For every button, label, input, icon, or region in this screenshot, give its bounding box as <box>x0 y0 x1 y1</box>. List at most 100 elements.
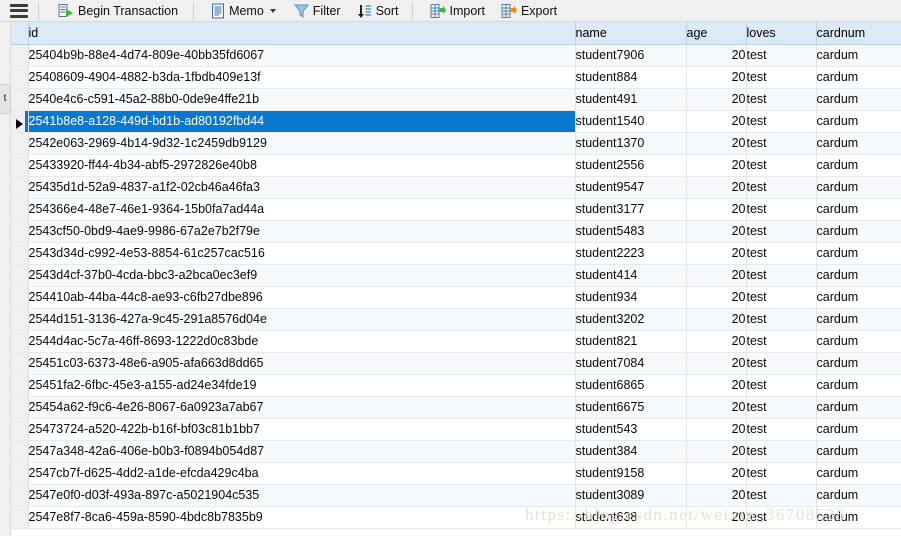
cell-name[interactable]: student1370 <box>575 132 687 155</box>
cell-loves[interactable]: test <box>746 110 817 133</box>
table-row[interactable]: 2547cb7f-d625-4dd2-a1de-efcda429c4ba stud… <box>11 462 901 485</box>
cell-id[interactable]: 2547a348-42a6-406e-b0b3-f0894b054d87 <box>28 440 576 463</box>
table-row[interactable]: 2541b8e8-a128-449d-bd1b-ad80192fbd44 stud… <box>11 110 901 133</box>
cell-id[interactable]: 2547cb7f-d625-4dd2-a1de-efcda429c4ba <box>28 462 576 485</box>
sort-button[interactable]: Sort <box>352 0 404 21</box>
cell-cardnum[interactable]: cardum <box>816 462 901 485</box>
cell-age[interactable]: 20 <box>686 264 747 287</box>
cell-cardnum[interactable]: cardum <box>816 374 901 397</box>
cell-id[interactable]: 2541b8e8-a128-449d-bd1b-ad80192fbd44 <box>28 110 576 133</box>
cell-age[interactable]: 20 <box>686 198 747 221</box>
table-row[interactable]: 2544d151-3136-427a-9c45-291a8576d04e stud… <box>11 308 901 331</box>
cell-loves[interactable]: test <box>746 220 817 243</box>
cell-age[interactable]: 20 <box>686 330 747 353</box>
cell-age[interactable]: 20 <box>686 88 747 111</box>
cell-id[interactable]: 25433920-ff44-4b34-abf5-2972826e40b8 <box>28 154 576 177</box>
cell-cardnum[interactable]: cardum <box>816 242 901 265</box>
memo-button[interactable]: Memo <box>206 0 283 21</box>
cell-name[interactable]: student414 <box>575 264 687 287</box>
cell-id[interactable]: 2547e8f7-8ca6-459a-8590-4bdc8b7835b9 <box>28 506 576 529</box>
hamburger-menu-icon[interactable] <box>10 3 28 18</box>
cell-cardnum[interactable]: cardum <box>816 154 901 177</box>
cell-cardnum[interactable]: cardum <box>816 132 901 155</box>
cell-loves[interactable]: test <box>746 440 817 463</box>
cell-loves[interactable]: test <box>746 396 817 419</box>
table-row[interactable]: 25451fa2-6fbc-45e3-a155-ad24e34fde19 stud… <box>11 374 901 397</box>
row-selector-cell[interactable] <box>11 330 29 353</box>
cell-loves[interactable]: test <box>746 484 817 507</box>
cell-name[interactable]: student543 <box>575 418 687 441</box>
cell-name[interactable]: student1540 <box>575 110 687 133</box>
table-row[interactable]: 2547e0f0-d03f-493a-897c-a5021904c535 stud… <box>11 484 901 507</box>
row-selector-cell[interactable] <box>11 418 29 441</box>
cell-name[interactable]: student934 <box>575 286 687 309</box>
cell-id[interactable]: 2547e0f0-d03f-493a-897c-a5021904c535 <box>28 484 576 507</box>
cell-name[interactable]: student3089 <box>575 484 687 507</box>
table-row[interactable]: 25408609-4904-4882-b3da-1fbdb409e13f stud… <box>11 66 901 89</box>
cell-loves[interactable]: test <box>746 308 817 331</box>
cell-age[interactable]: 20 <box>686 506 747 529</box>
table-row[interactable]: 25433920-ff44-4b34-abf5-2972826e40b8 stud… <box>11 154 901 177</box>
cell-cardnum[interactable]: cardum <box>816 44 901 67</box>
table-row[interactable]: 25451c03-6373-48e6-a905-afa663d8dd65 stud… <box>11 352 901 375</box>
cell-name[interactable]: student5483 <box>575 220 687 243</box>
row-selector-cell[interactable] <box>11 374 29 397</box>
cell-id[interactable]: 25408609-4904-4882-b3da-1fbdb409e13f <box>28 66 576 89</box>
row-selector-cell[interactable] <box>11 484 29 507</box>
cell-cardnum[interactable]: cardum <box>816 286 901 309</box>
row-selector-cell[interactable] <box>11 506 29 529</box>
cell-cardnum[interactable]: cardum <box>816 198 901 221</box>
cell-loves[interactable]: test <box>746 506 817 529</box>
cell-age[interactable]: 20 <box>686 132 747 155</box>
cell-id[interactable]: 2544d151-3136-427a-9c45-291a8576d04e <box>28 308 576 331</box>
cell-age[interactable]: 20 <box>686 462 747 485</box>
table-row[interactable]: 2547e8f7-8ca6-459a-8590-4bdc8b7835b9 stud… <box>11 506 901 529</box>
row-selector-cell[interactable] <box>11 154 29 177</box>
cell-cardnum[interactable]: cardum <box>816 352 901 375</box>
cell-cardnum[interactable]: cardum <box>816 396 901 419</box>
cell-name[interactable]: student6675 <box>575 396 687 419</box>
row-selector-cell[interactable] <box>11 264 29 287</box>
cell-cardnum[interactable]: cardum <box>816 66 901 89</box>
row-selector-cell[interactable] <box>11 440 29 463</box>
cell-id[interactable]: 2540e4c6-c591-45a2-88b0-0de9e4ffe21b <box>28 88 576 111</box>
cell-loves[interactable]: test <box>746 264 817 287</box>
cell-name[interactable]: student9158 <box>575 462 687 485</box>
column-header-cardnum[interactable]: cardnum <box>816 22 901 45</box>
cell-loves[interactable]: test <box>746 66 817 89</box>
cell-name[interactable]: student3177 <box>575 198 687 221</box>
cell-loves[interactable]: test <box>746 330 817 353</box>
cell-loves[interactable]: test <box>746 352 817 375</box>
table-row[interactable]: 2543cf50-0bd9-4ae9-9986-67a2e7b2f79e stud… <box>11 220 901 243</box>
import-button[interactable]: Import <box>425 0 490 21</box>
cell-age[interactable]: 20 <box>686 286 747 309</box>
cell-loves[interactable]: test <box>746 286 817 309</box>
data-grid[interactable]: id name age loves cardnum 25404b9b-88e4-… <box>11 22 901 536</box>
table-row[interactable]: 25473724-a520-422b-b16f-bf03c81b1bb7 stud… <box>11 418 901 441</box>
begin-transaction-button[interactable]: Begin Transaction <box>53 0 183 21</box>
export-button[interactable]: Export <box>496 0 562 21</box>
cell-loves[interactable]: test <box>746 242 817 265</box>
table-row[interactable]: 2540e4c6-c591-45a2-88b0-0de9e4ffe21b stud… <box>11 88 901 111</box>
cell-age[interactable]: 20 <box>686 396 747 419</box>
filter-button[interactable]: Filter <box>289 0 346 21</box>
cell-age[interactable]: 20 <box>686 242 747 265</box>
table-row[interactable]: 254410ab-44ba-44c8-ae93-c6fb27dbe896 stud… <box>11 286 901 309</box>
cell-age[interactable]: 20 <box>686 484 747 507</box>
cell-name[interactable]: student9547 <box>575 176 687 199</box>
cell-age[interactable]: 20 <box>686 66 747 89</box>
cell-id[interactable]: 254366e4-48e7-46e1-9364-15b0fa7ad44a <box>28 198 576 221</box>
cell-name[interactable]: student2556 <box>575 154 687 177</box>
cell-cardnum[interactable]: cardum <box>816 176 901 199</box>
column-header-loves[interactable]: loves <box>746 22 817 45</box>
table-row[interactable]: 254366e4-48e7-46e1-9364-15b0fa7ad44a stud… <box>11 198 901 221</box>
cell-age[interactable]: 20 <box>686 308 747 331</box>
left-side-tab[interactable]: t <box>0 84 11 114</box>
cell-cardnum[interactable]: cardum <box>816 440 901 463</box>
cell-age[interactable]: 20 <box>686 374 747 397</box>
cell-age[interactable]: 20 <box>686 176 747 199</box>
cell-id[interactable]: 25454a62-f9c6-4e26-8067-6a0923a7ab67 <box>28 396 576 419</box>
cell-id[interactable]: 2542e063-2969-4b14-9d32-1c2459db9129 <box>28 132 576 155</box>
cell-id[interactable]: 25451c03-6373-48e6-a905-afa663d8dd65 <box>28 352 576 375</box>
cell-id[interactable]: 254410ab-44ba-44c8-ae93-c6fb27dbe896 <box>28 286 576 309</box>
